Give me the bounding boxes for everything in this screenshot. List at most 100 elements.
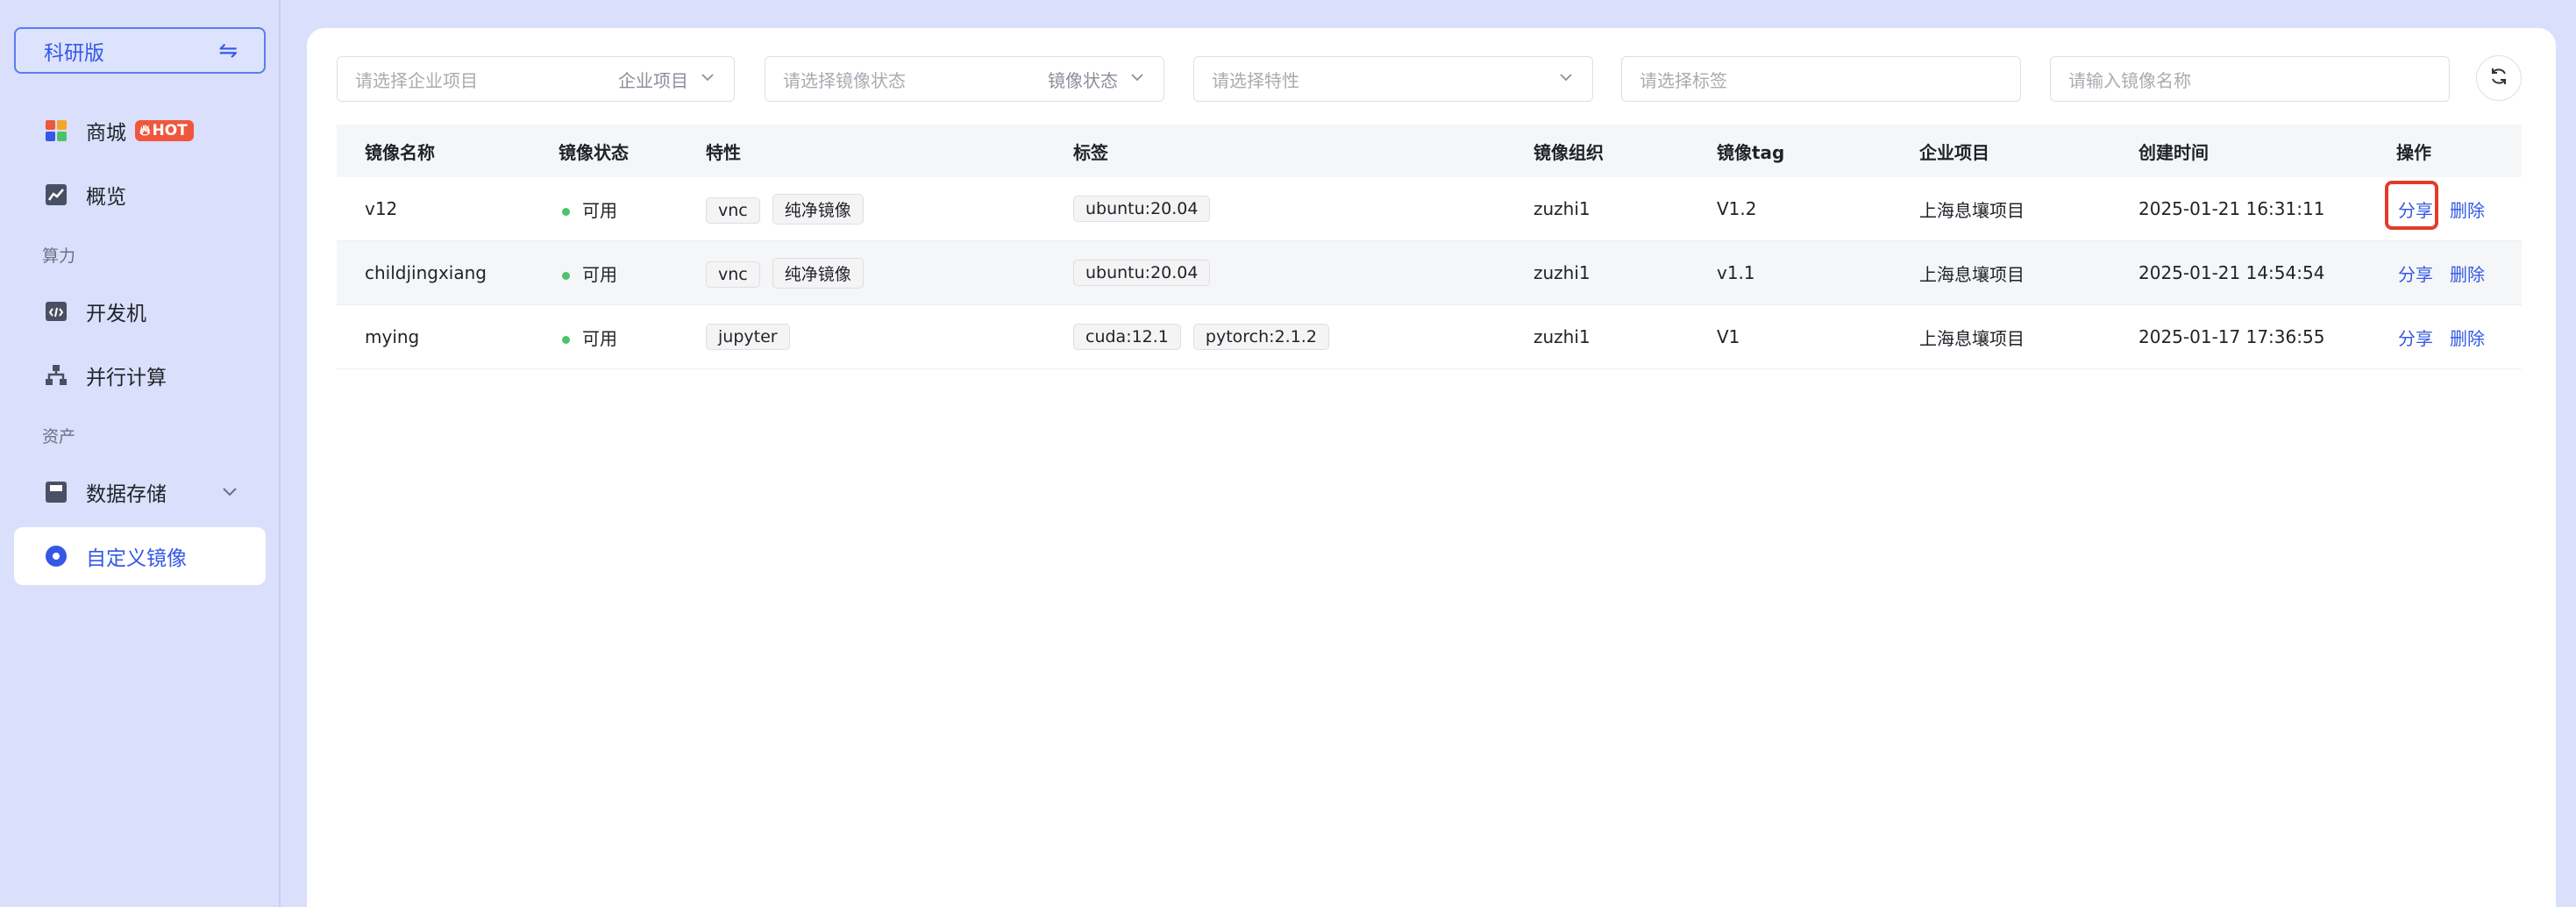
cell-name: childjingxiang [365,262,487,283]
image-name-placeholder: 请输入镜像名称 [2068,69,2191,91]
share-link[interactable]: 分享 [2398,261,2433,286]
sidebar: 科研版 ⇋ 商城 🔥︎ HOT 概览 算力 开发机 并行计算 资产 数据存储 自… [0,0,281,907]
feature-select-placeholder: 请选择特性 [1212,69,1299,91]
project-select-tail: 企业项目 [618,69,688,91]
header-project: 企业项目 [1919,141,1989,163]
header-status: 镜像状态 [559,141,629,163]
label-tag: ubuntu:20.04 [1073,196,1211,222]
cell-features: vnc 纯净镜像 [706,193,876,225]
cell-tag: v1.1 [1717,262,1755,283]
cell-tags: ubuntu:20.04 [1073,196,1222,222]
table-row: mying 可用 jupyter cuda:12.1 pytorch:2.1.2 … [337,305,2522,369]
cell-created: 2025-01-21 16:31:11 [2138,198,2325,219]
cell-status: 可用 [562,261,617,286]
label-tag: cuda:12.1 [1073,324,1181,350]
cell-name: v12 [365,198,398,219]
header-tags: 标签 [1073,141,1108,163]
store-grid-icon [44,118,68,143]
sidebar-item-custom-image[interactable]: 自定义镜像 [14,527,266,585]
header-org: 镜像组织 [1534,141,1604,163]
share-link[interactable]: 分享 [2398,196,2433,222]
cell-tag: V1 [1717,326,1740,347]
delete-link[interactable]: 删除 [2450,325,2485,350]
sidebar-item-parallel[interactable]: 并行计算 [14,346,266,404]
refresh-icon [2488,66,2509,90]
delete-link[interactable]: 删除 [2450,261,2485,286]
status-select[interactable]: 请选择镜像状态 镜像状态 [765,56,1164,102]
project-select-placeholder: 请选择企业项目 [355,69,478,91]
label-tag: pytorch:2.1.2 [1192,324,1329,350]
status-dot [562,207,570,216]
cell-created: 2025-01-21 14:54:54 [2138,262,2325,283]
delete-link[interactable]: 删除 [2450,196,2485,222]
cell-project: 上海息壤项目 [1919,199,2025,221]
cell-org: zuzhi1 [1534,262,1590,283]
sidebar-item-label: 数据存储 [86,483,167,506]
chevron-down-icon [220,482,239,507]
header-tag: 镜像tag [1717,141,1785,163]
hot-badge: 🔥︎ HOT [135,120,194,141]
storage-disk-icon [44,480,68,504]
chevron-down-icon [1557,68,1575,90]
cell-project: 上海息壤项目 [1919,327,2025,349]
sidebar-item-store[interactable]: 商城 🔥︎ HOT [14,102,266,160]
disc-icon [44,544,68,568]
sidebar-item-label: 商城 [86,122,126,145]
cell-tag: V1.2 [1717,198,1757,219]
table-row: childjingxiang 可用 vnc 纯净镜像 ubuntu:20.04 z… [337,241,2522,305]
sidebar-item-label: 概览 [86,186,126,209]
header-actions: 操作 [2396,141,2431,163]
sidebar-item-storage[interactable]: 数据存储 [14,463,266,521]
cell-features: vnc 纯净镜像 [706,257,876,289]
feature-select[interactable]: 请选择特性 [1193,56,1593,102]
code-window-icon [44,299,68,324]
section-label-compute: 算力 [42,246,76,266]
sidebar-item-devbox[interactable]: 开发机 [14,282,266,340]
sidebar-item-overview[interactable]: 概览 [14,166,266,224]
section-label-assets: 资产 [42,427,76,446]
sidebar-item-label: 并行计算 [86,367,167,389]
tag-select-placeholder: 请选择标签 [1640,69,1727,91]
refresh-button[interactable] [2476,55,2522,101]
chevron-down-icon [699,68,716,90]
header-features: 特性 [706,141,741,163]
main-panel: 请选择企业项目 企业项目 请选择镜像状态 镜像状态 请选择特性 请选择标签 请输… [307,28,2556,907]
feature-tag: jupyter [706,324,790,350]
cell-project: 上海息壤项目 [1919,263,2025,285]
cell-created: 2025-01-17 17:36:55 [2138,326,2325,347]
table-header: 镜像名称 镜像状态 特性 标签 镜像组织 镜像tag 企业项目 创建时间 操作 [337,125,2522,177]
hierarchy-icon [44,363,68,388]
cell-tags: ubuntu:20.04 [1073,260,1222,286]
status-dot [562,335,570,344]
cell-tags: cuda:12.1 pytorch:2.1.2 [1073,324,1341,350]
image-name-input[interactable]: 请输入镜像名称 [2050,56,2450,102]
feature-tag: 纯净镜像 [772,193,864,225]
header-name: 镜像名称 [365,141,435,163]
sidebar-item-label: 开发机 [86,303,146,325]
cell-status: 可用 [562,196,617,222]
project-select[interactable]: 请选择企业项目 企业项目 [337,56,735,102]
label-tag: ubuntu:20.04 [1073,260,1211,286]
feature-tag: 纯净镜像 [772,257,864,289]
chevron-down-icon [1128,68,1146,90]
swap-arrows-icon: ⇋ [218,37,238,64]
flame-icon: 🔥︎ [139,122,151,139]
status-select-tail: 镜像状态 [1048,69,1118,91]
tag-select[interactable]: 请选择标签 [1621,56,2021,102]
cell-name: mying [365,326,420,347]
header-created: 创建时间 [2138,141,2209,163]
image-table: 镜像名称 镜像状态 特性 标签 镜像组织 镜像tag 企业项目 创建时间 操作 … [337,125,2522,369]
cell-features: jupyter [706,324,802,350]
share-link[interactable]: 分享 [2398,325,2433,350]
edition-switch-button[interactable]: 科研版 ⇋ [14,27,266,74]
edition-label: 科研版 [44,41,104,65]
status-dot [562,271,570,280]
chart-line-icon [44,182,68,207]
feature-tag: vnc [706,261,760,288]
table-row: v12 可用 vnc 纯净镜像 ubuntu:20.04 zuzhi1 V1.2 … [337,177,2522,241]
cell-org: zuzhi1 [1534,326,1590,347]
feature-tag: vnc [706,196,760,224]
cell-status: 可用 [562,325,617,350]
status-select-placeholder: 请选择镜像状态 [783,69,906,91]
cell-org: zuzhi1 [1534,198,1590,219]
